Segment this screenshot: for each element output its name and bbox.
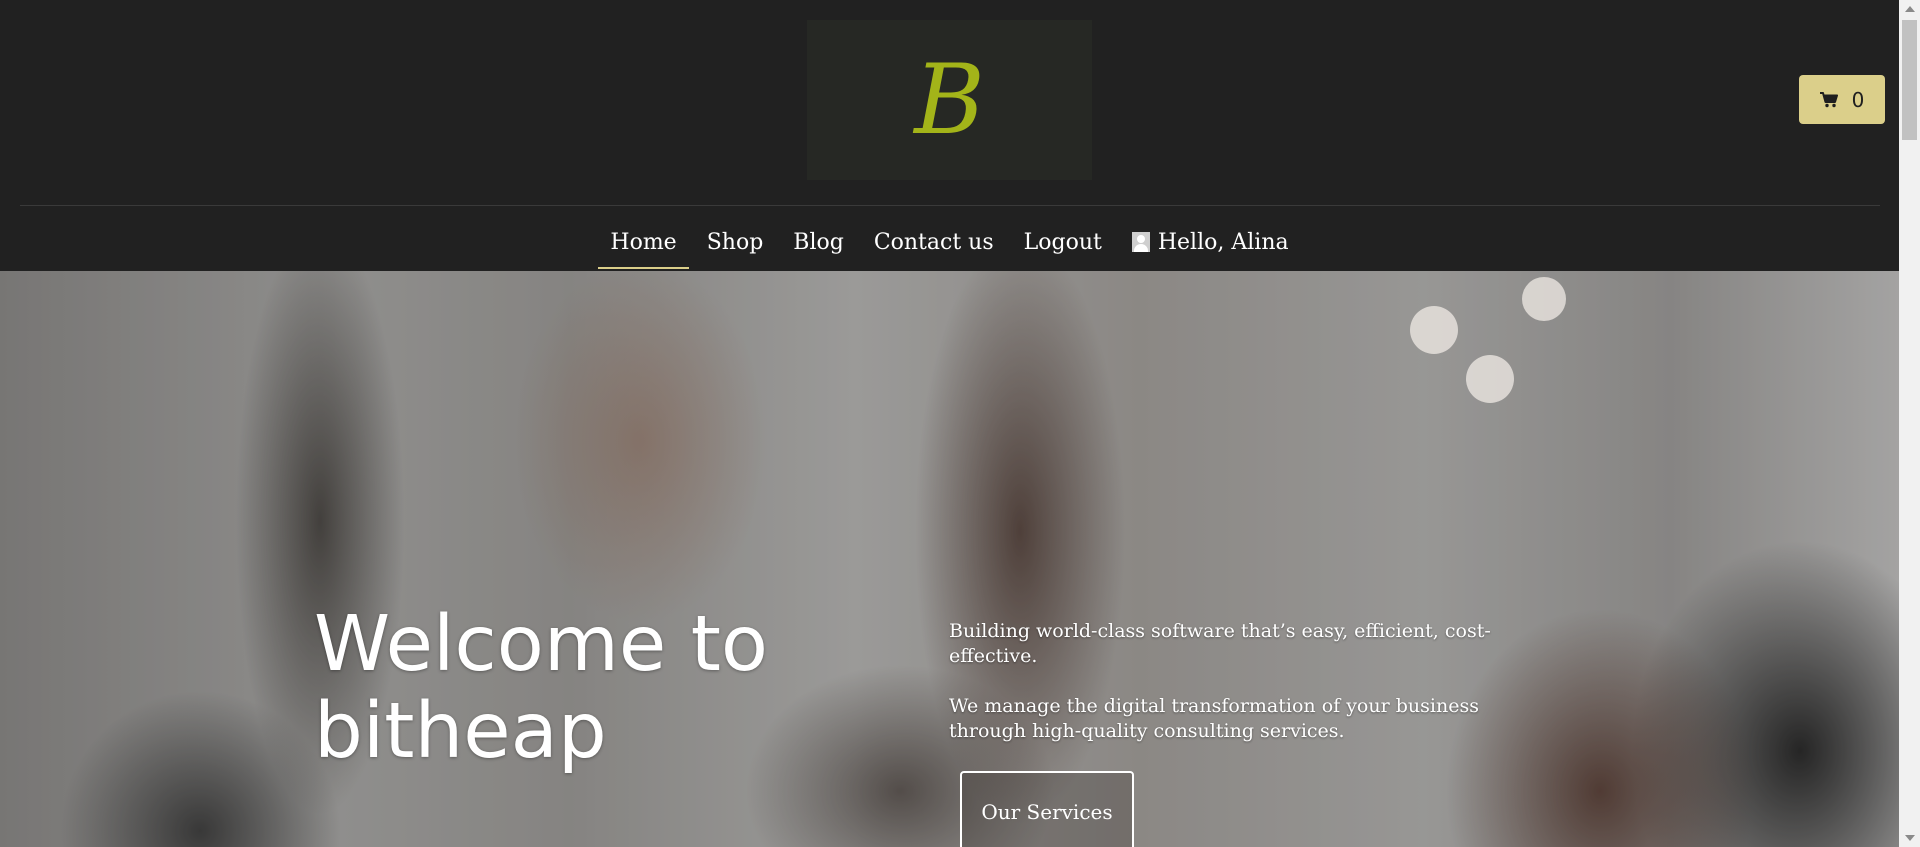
nav-item-contact-us[interactable]: Contact us [859,230,1009,255]
nav-item-home[interactable]: Home [595,230,691,269]
nav-item-user[interactable]: Hello, Alina [1117,230,1304,255]
bokeh-light [1466,355,1514,403]
nav-item-logout[interactable]: Logout [1009,230,1117,255]
user-avatar-icon [1131,232,1150,252]
our-services-button[interactable]: Our Services [960,771,1134,847]
logo-letter: B [914,44,985,156]
main-nav: Home Shop Blog Contact us Logout Hello, … [0,222,1899,269]
cart-count: 0 [1851,87,1865,112]
user-greeting: Hello, Alina [1157,229,1289,255]
cart-button[interactable]: 0 [1799,75,1885,124]
hero-paragraph: Building world-class software that’s eas… [949,620,1491,667]
hero-title: Welcome to bitheap [314,600,768,776]
header-divider [20,205,1880,206]
hero-paragraph: We manage the digital transformation of … [949,695,1479,742]
scroll-down-arrow-icon[interactable] [1905,835,1915,841]
nav-item-shop[interactable]: Shop [692,230,779,255]
bokeh-light [1522,277,1566,321]
page-scrollbar[interactable] [1899,0,1920,847]
scroll-up-arrow-icon[interactable] [1905,6,1915,12]
site-logo[interactable]: B [807,20,1092,180]
site-header: B 0 Home Shop Blog Contact us Logout Hel… [0,0,1899,271]
hero-background-image [0,271,1899,847]
hero-description: Building world-class software that’s eas… [949,619,1509,744]
shopping-cart-icon [1819,91,1838,108]
bokeh-light [1410,306,1458,354]
hero-section: Welcome to bitheap Building world-class … [0,271,1899,847]
scroll-thumb[interactable] [1902,20,1917,140]
nav-item-blog[interactable]: Blog [778,230,859,255]
